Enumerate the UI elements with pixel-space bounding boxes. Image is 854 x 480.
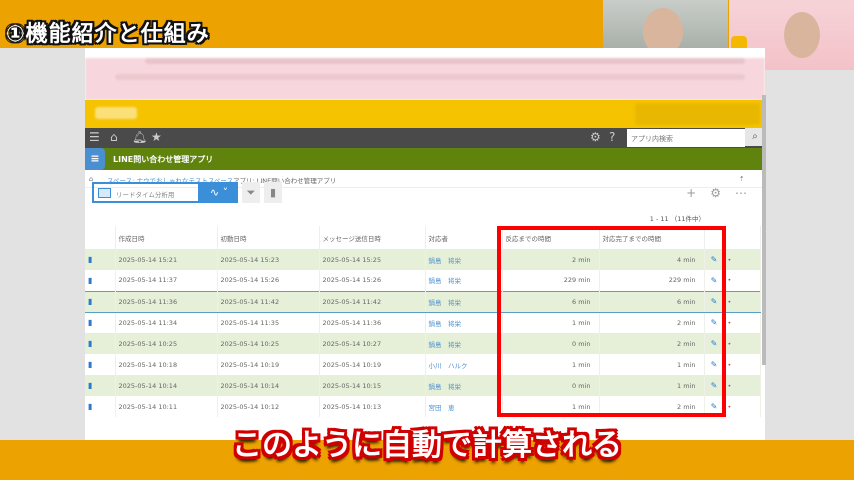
- first-response-cell: 2025-05-14 11:42: [217, 290, 320, 313]
- app-bar: ≡ LINE問い合わせ管理アプリ: [85, 148, 765, 170]
- settings-gear-icon[interactable]: ⚙: [710, 186, 721, 200]
- star-icon[interactable]: ★: [151, 130, 162, 144]
- view-selector[interactable]: リードタイム分析用: [92, 182, 200, 203]
- record-detail-icon[interactable]: ▮: [85, 270, 116, 291]
- right-tools: + ⚙ ⋯: [686, 186, 747, 200]
- assignee-cell[interactable]: 小川 ハルク: [425, 354, 503, 375]
- created-cell: 2025-05-14 10:14: [115, 375, 218, 396]
- graph-dropdown-button[interactable]: ∿ ˅: [200, 182, 238, 203]
- first-response-cell: 2025-05-14 15:26: [217, 270, 320, 291]
- more-options-icon[interactable]: ⋯: [735, 186, 747, 200]
- first-response-cell: 2025-05-14 15:23: [217, 249, 320, 270]
- chart-button[interactable]: ▮: [264, 182, 282, 203]
- message-sent-cell: 2025-05-14 10:19: [319, 354, 426, 375]
- assignee-cell[interactable]: 鍋島 将栄: [425, 333, 503, 354]
- add-record-button[interactable]: +: [686, 186, 696, 200]
- message-sent-cell: 2025-05-14 11:42: [319, 290, 426, 313]
- message-sent-cell: 2025-05-14 11:36: [319, 312, 426, 333]
- delete-icon[interactable]: •: [724, 290, 761, 313]
- col-message-sent[interactable]: メッセージ送信日時: [319, 226, 426, 249]
- delete-icon[interactable]: •: [724, 375, 761, 396]
- delete-icon[interactable]: •: [724, 333, 761, 354]
- caption: このように自動で計算される: [232, 428, 622, 463]
- assignee-cell[interactable]: 宮田 恵: [425, 396, 503, 417]
- created-cell: 2025-05-14 10:11: [115, 396, 218, 417]
- app-title: LINE問い合わせ管理アプリ: [113, 155, 214, 164]
- created-cell: 2025-05-14 10:18: [115, 354, 218, 375]
- kintone-header: [85, 100, 765, 128]
- record-detail-icon[interactable]: ▮: [85, 333, 116, 354]
- gear-icon[interactable]: ⚙: [590, 130, 601, 144]
- first-response-cell: 2025-05-14 10:19: [217, 354, 320, 375]
- message-sent-cell: 2025-05-14 15:25: [319, 249, 426, 270]
- created-cell: 2025-05-14 15:21: [115, 249, 218, 270]
- record-detail-icon[interactable]: ▮: [85, 249, 116, 270]
- assignee-cell[interactable]: 鍋島 将栄: [425, 270, 503, 291]
- first-response-cell: 2025-05-14 10:12: [217, 396, 320, 417]
- first-response-cell: 2025-05-14 10:25: [217, 333, 320, 354]
- record-count: 1 - 11 （11件中）: [649, 215, 705, 223]
- assignee-cell[interactable]: 鍋島 将栄: [425, 290, 503, 313]
- created-cell: 2025-05-14 11:36: [115, 290, 218, 313]
- view-toolbar: リードタイム分析用 ∿ ˅ ⏷ ▮: [92, 182, 282, 204]
- delete-icon[interactable]: •: [724, 312, 761, 333]
- record-detail-icon[interactable]: ▮: [85, 396, 116, 417]
- delete-icon[interactable]: •: [724, 270, 761, 291]
- section-title: ①機能紹介と仕組み: [6, 22, 210, 47]
- delete-icon[interactable]: •: [724, 396, 761, 417]
- scrollbar[interactable]: [762, 95, 766, 365]
- created-cell: 2025-05-14 11:37: [115, 270, 218, 291]
- home-icon[interactable]: ⌂: [110, 130, 118, 144]
- record-detail-icon[interactable]: ▮: [85, 290, 116, 313]
- pin-icon[interactable]: ⇡: [739, 175, 744, 183]
- message-sent-cell: 2025-05-14 15:26: [319, 270, 426, 291]
- help-icon[interactable]: ?: [609, 130, 615, 144]
- highlight-box: [497, 226, 726, 417]
- app-list-icon[interactable]: ≡: [85, 148, 105, 170]
- view-name: リードタイム分析用: [116, 191, 175, 199]
- record-detail-icon[interactable]: ▮: [85, 312, 116, 333]
- table-view-icon: [98, 188, 111, 198]
- message-sent-cell: 2025-05-14 10:15: [319, 375, 426, 396]
- created-cell: 2025-05-14 10:25: [115, 333, 218, 354]
- browser-chrome: [85, 58, 765, 100]
- top-nav: ☰ ⌂ 🔔︎ ★ ⚙ ? アプリ内検索 ⌕: [85, 128, 765, 148]
- app-search-input[interactable]: アプリ内検索: [627, 129, 745, 147]
- assignee-cell[interactable]: 鍋島 将栄: [425, 312, 503, 333]
- col-created[interactable]: 作成日時: [115, 226, 218, 249]
- first-response-cell: 2025-05-14 10:14: [217, 375, 320, 396]
- menu-icon[interactable]: ☰: [89, 130, 100, 144]
- notification-bell-icon[interactable]: 🔔︎: [132, 130, 147, 144]
- filter-button[interactable]: ⏷: [242, 182, 260, 203]
- record-detail-icon[interactable]: ▮: [85, 375, 116, 396]
- message-sent-cell: 2025-05-14 10:27: [319, 333, 426, 354]
- delete-icon[interactable]: •: [724, 249, 761, 270]
- col-first-response[interactable]: 初動日時: [217, 226, 320, 249]
- col-assignee[interactable]: 対応者: [425, 226, 503, 249]
- assignee-cell[interactable]: 鍋島 将栄: [425, 249, 503, 270]
- record-detail-icon[interactable]: ▮: [85, 354, 116, 375]
- message-sent-cell: 2025-05-14 10:13: [319, 396, 426, 417]
- delete-icon[interactable]: •: [724, 354, 761, 375]
- first-response-cell: 2025-05-14 11:35: [217, 312, 320, 333]
- created-cell: 2025-05-14 11:34: [115, 312, 218, 333]
- assignee-cell[interactable]: 鍋島 将栄: [425, 375, 503, 396]
